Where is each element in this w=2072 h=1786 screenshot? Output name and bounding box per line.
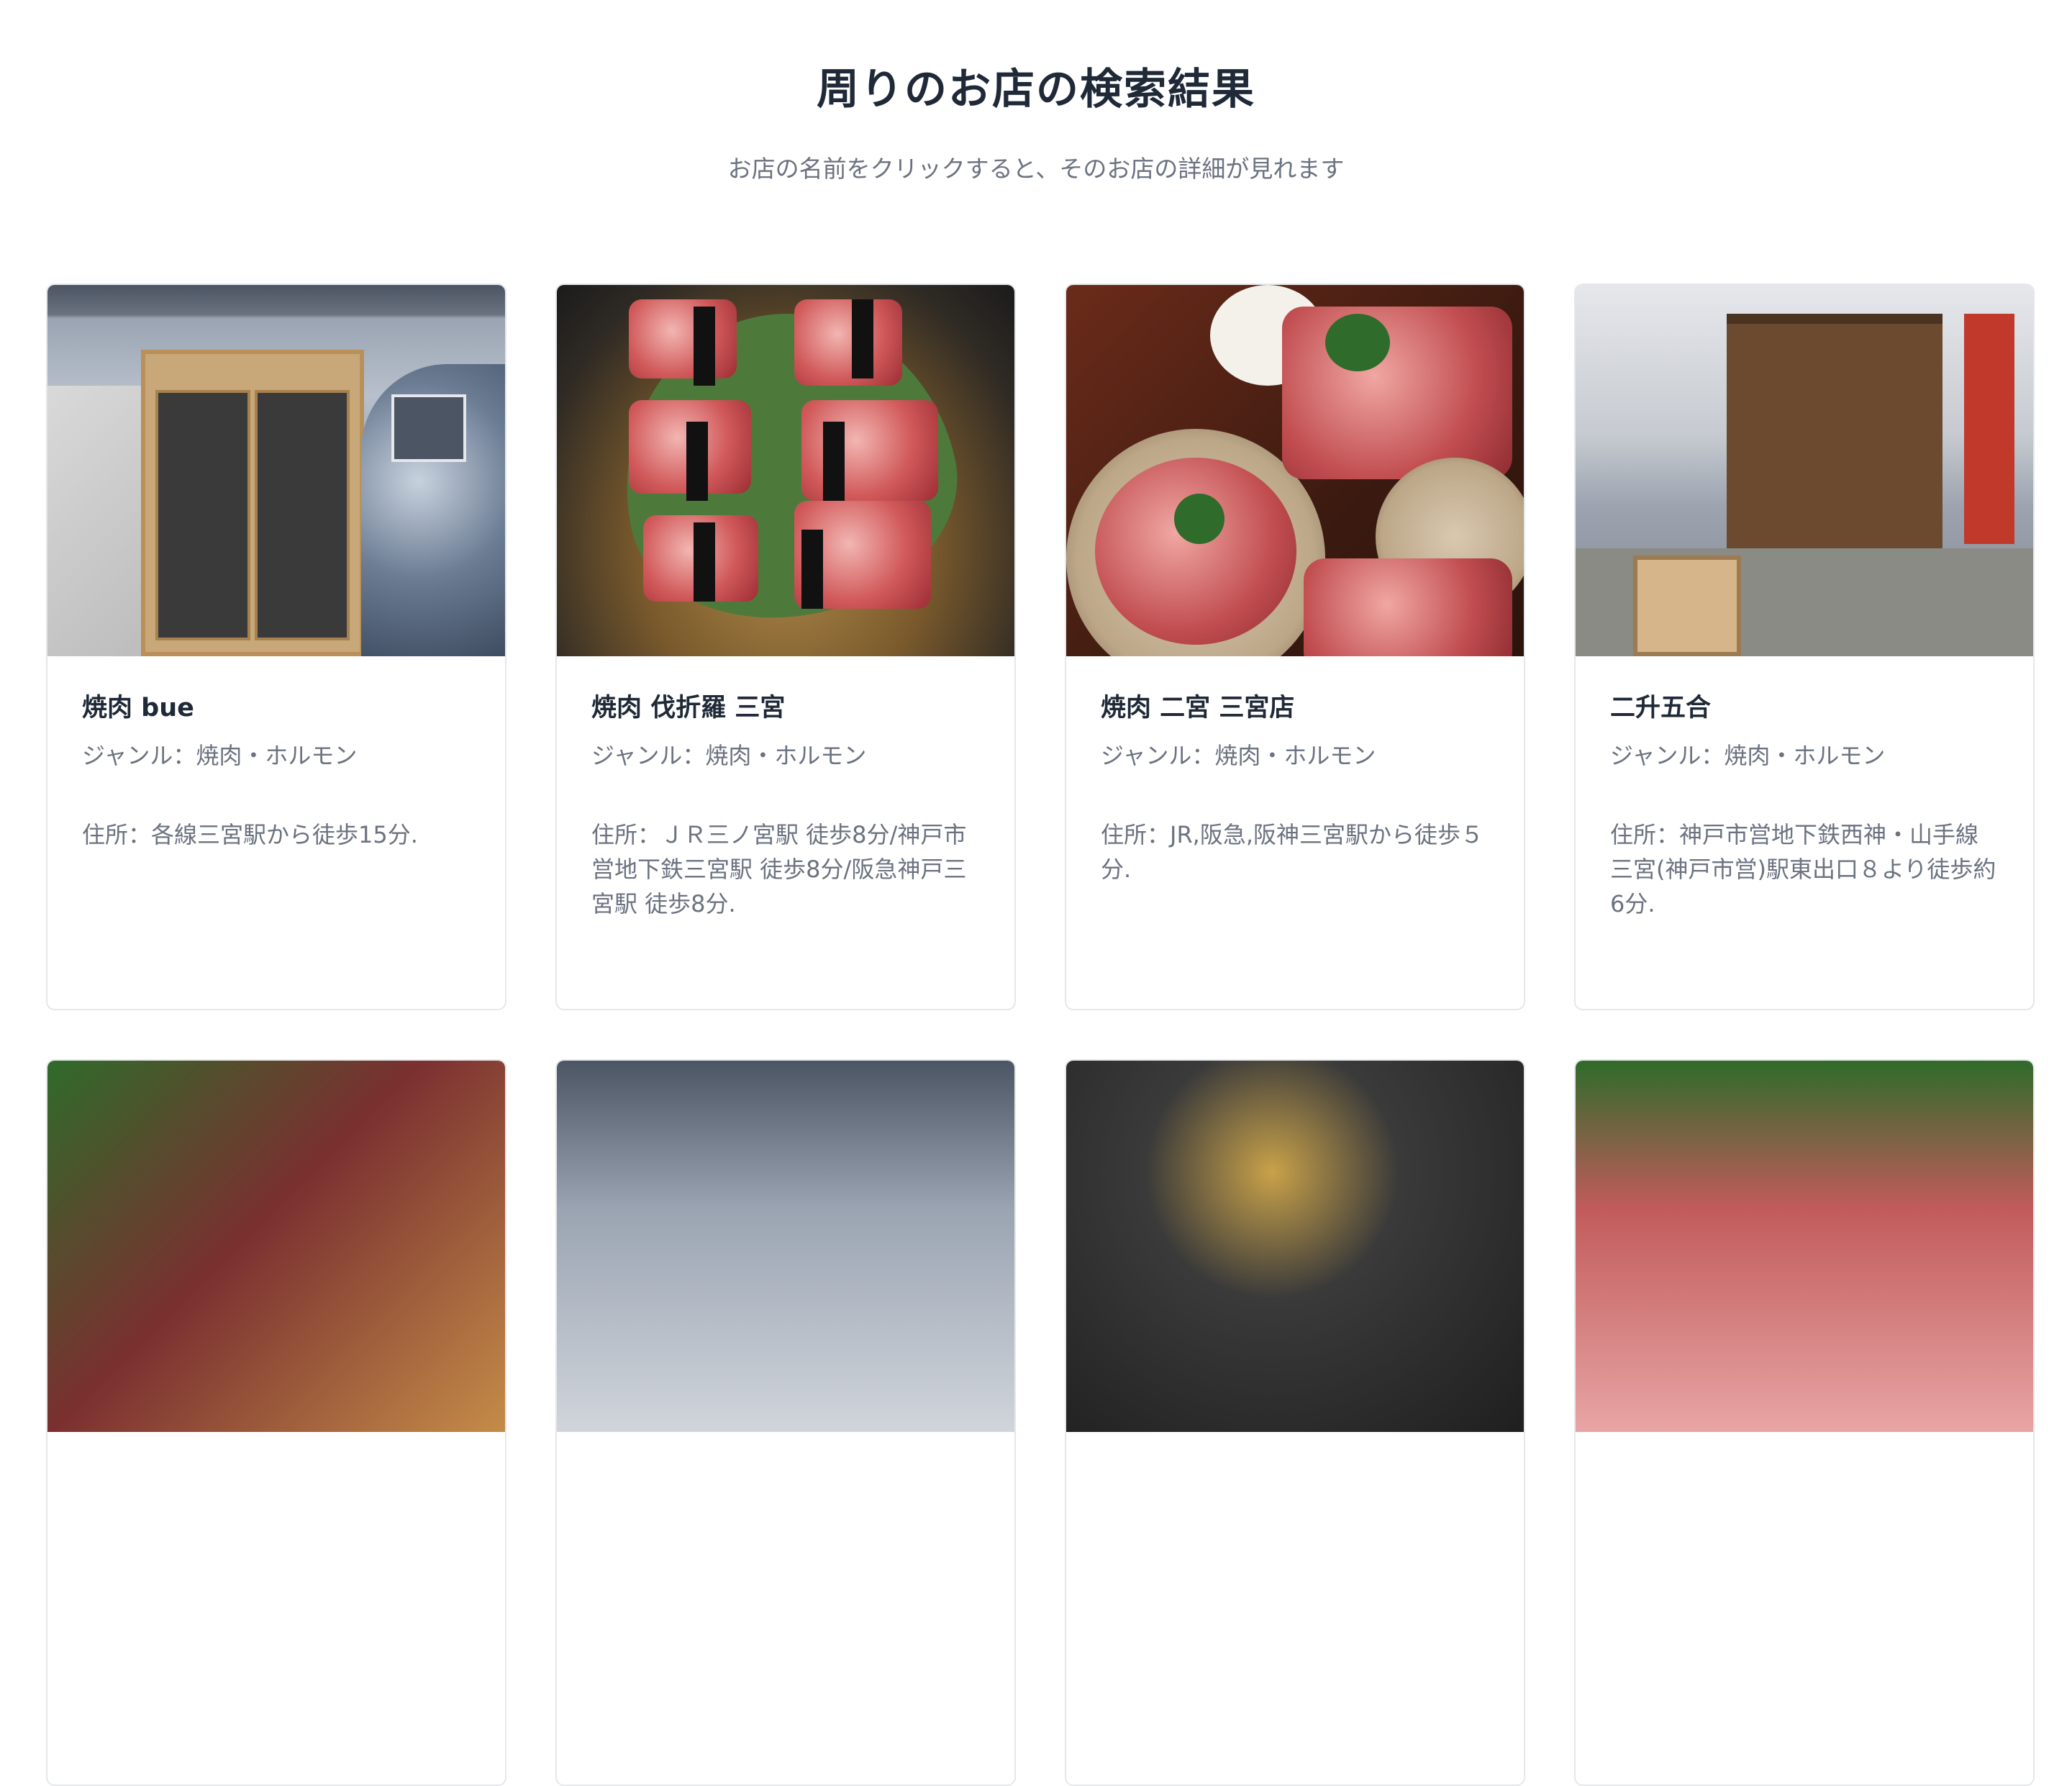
shop-photo-wall: [47, 386, 141, 656]
shop-photo-garnish: [1174, 494, 1224, 544]
shop-photo-tag: [694, 307, 715, 386]
shop-photo-tag: [852, 299, 873, 378]
shop-photo-meat: [1304, 558, 1512, 656]
shop-photo-standing-sign: [1633, 556, 1741, 656]
shop-image[interactable]: [1066, 285, 1524, 656]
shop-card-body: 焼肉 二宮 三宮店 ジャンル：焼肉・ホルモン 住所：JR,阪急,阪神三宮駅から徒…: [1066, 656, 1524, 887]
shop-card-body: 焼肉 bue ジャンル：焼肉・ホルモン 住所：各線三宮駅から徒歩15分.: [47, 656, 505, 852]
shop-photo-meat: [794, 299, 902, 386]
page-title: 周りのお店の検索結果: [816, 64, 1255, 114]
shop-card-body: 焼肉 伐折羅 三宮 ジャンル：焼肉・ホルモン 住所：ＪＲ三ノ宮駅 徒歩8分/神戸…: [557, 656, 1014, 921]
shop-genre: ジャンル：焼肉・ホルモン: [1610, 742, 1886, 769]
shop-photo-building: [1727, 314, 1942, 561]
shop-photo-meat: [629, 299, 737, 378]
shop-name-link[interactable]: 焼肉 伐折羅 三宮: [591, 691, 980, 725]
page-subtitle: お店の名前をクリックすると、そのお店の詳細が見れます: [727, 155, 1345, 183]
shop-image[interactable]: [557, 285, 1014, 656]
shop-photo-garnish: [1325, 314, 1390, 371]
shop-name-link[interactable]: 焼肉 二宮 三宮店: [1101, 691, 1489, 725]
shop-address: 住所：神戸市営地下鉄西神・山手線 三宮(神戸市営)駅東出口８より徒歩約6分.: [1610, 821, 1996, 917]
shop-card[interactable]: [555, 1059, 1016, 1786]
shop-image[interactable]: [47, 1061, 505, 1432]
shop-image[interactable]: [47, 285, 505, 656]
shop-photo-meat: [801, 400, 938, 501]
shop-photo-tag: [694, 522, 715, 602]
shop-genre: ジャンル：焼肉・ホルモン: [1101, 742, 1376, 769]
shop-card[interactable]: [1574, 1059, 2035, 1786]
shop-address: 住所：各線三宮駅から徒歩15分.: [82, 821, 418, 848]
shop-genre: ジャンル：焼肉・ホルモン: [82, 742, 358, 769]
shop-image[interactable]: [1576, 1061, 2033, 1432]
shop-photo-banner: [1964, 314, 2014, 544]
shop-photo-tag: [686, 422, 708, 501]
shop-photo-meat: [1095, 458, 1296, 645]
shop-name-link[interactable]: 二升五合: [1610, 691, 1999, 725]
shop-card[interactable]: 焼肉 二宮 三宮店 ジャンル：焼肉・ホルモン 住所：JR,阪急,阪神三宮駅から徒…: [1065, 284, 1525, 1010]
shop-photo-door: [141, 350, 364, 656]
shop-photo-tag: [801, 530, 823, 609]
shop-card-body: 二升五合 ジャンル：焼肉・ホルモン 住所：神戸市営地下鉄西神・山手線 三宮(神戸…: [1576, 656, 2033, 921]
shop-address: 住所：JR,阪急,阪神三宮駅から徒歩５分.: [1101, 821, 1484, 883]
shop-name-link[interactable]: 焼肉 bue: [82, 691, 471, 725]
shop-photo-meat: [1282, 307, 1512, 479]
shop-genre: ジャンル：焼肉・ホルモン: [591, 742, 867, 769]
shop-card[interactable]: [46, 1059, 506, 1786]
shop-address: 住所：ＪＲ三ノ宮駅 徒歩8分/神戸市営地下鉄三宮駅 徒歩8分/阪急神戸三宮駅 徒…: [591, 821, 967, 917]
shop-photo-sign: [391, 394, 466, 462]
shop-grid: 焼肉 bue ジャンル：焼肉・ホルモン 住所：各線三宮駅から徒歩15分. 焼肉 …: [46, 284, 2036, 1786]
shop-image[interactable]: [1576, 285, 2033, 656]
shop-photo-tag: [823, 422, 845, 501]
shop-card[interactable]: 二升五合 ジャンル：焼肉・ホルモン 住所：神戸市営地下鉄西神・山手線 三宮(神戸…: [1574, 284, 2035, 1010]
shop-card[interactable]: 焼肉 bue ジャンル：焼肉・ホルモン 住所：各線三宮駅から徒歩15分.: [46, 284, 506, 1010]
shop-card[interactable]: [1065, 1059, 1525, 1786]
shop-image[interactable]: [557, 1061, 1014, 1432]
shop-card[interactable]: 焼肉 伐折羅 三宮 ジャンル：焼肉・ホルモン 住所：ＪＲ三ノ宮駅 徒歩8分/神戸…: [555, 284, 1016, 1010]
shop-image[interactable]: [1066, 1061, 1524, 1432]
